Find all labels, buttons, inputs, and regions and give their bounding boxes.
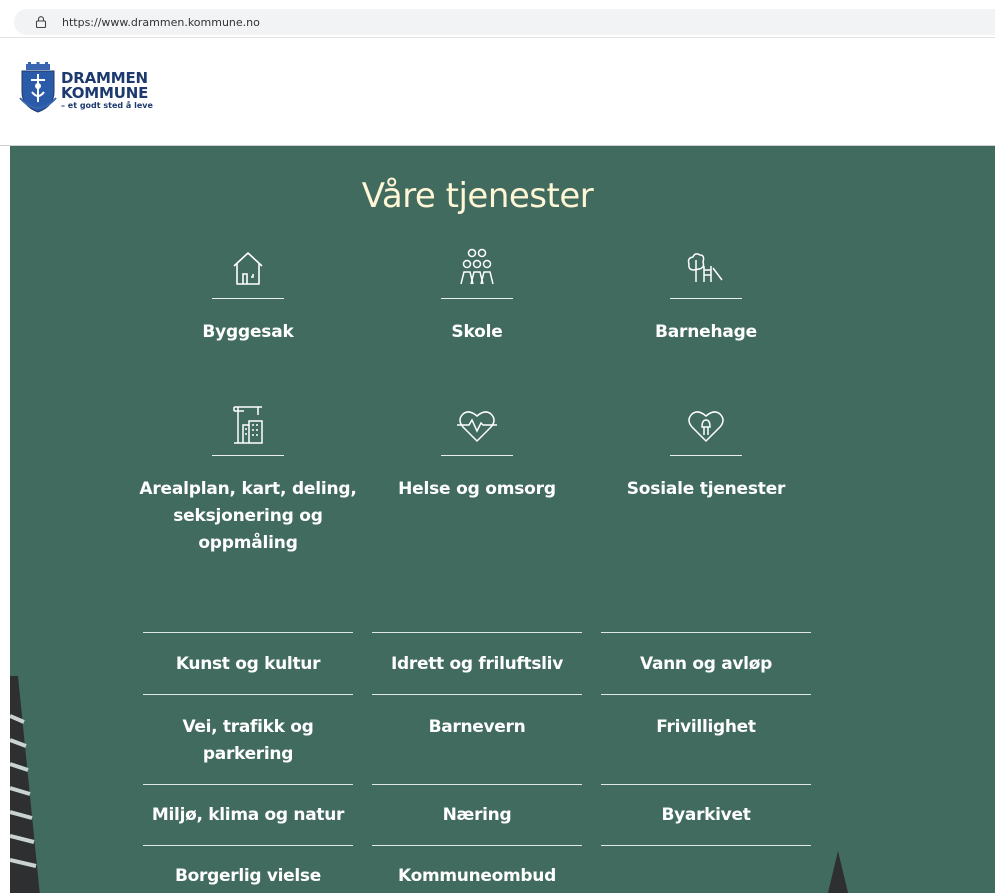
logo-tagline: – et godt sted å leve xyxy=(61,101,153,110)
link-divider xyxy=(601,784,811,785)
link-divider xyxy=(372,845,582,846)
tile-divider xyxy=(441,298,513,299)
lock-icon xyxy=(35,16,47,29)
tile-label: Helse og omsorg xyxy=(398,479,556,499)
address-bar[interactable]: https://www.drammen.kommune.no xyxy=(14,9,995,35)
link-divider xyxy=(143,784,353,785)
logo-line-kommune: KOMMUNE xyxy=(61,84,149,102)
tile-arealplan[interactable]: Arealplan, kart, deling, seksjonering og… xyxy=(133,401,363,557)
link-divider xyxy=(372,632,582,633)
link-miljo-klima-og-natur[interactable]: Miljø, klima og natur xyxy=(143,802,353,829)
link-divider xyxy=(143,632,353,633)
tile-divider xyxy=(212,455,284,456)
link-frivillighet[interactable]: Frivillighet xyxy=(601,714,811,741)
link-kommuneombud[interactable]: Kommuneombud xyxy=(372,863,582,890)
link-naering[interactable]: Næring xyxy=(372,802,582,829)
city-crane-icon xyxy=(233,406,263,444)
link-divider xyxy=(372,694,582,695)
link-kunst-og-kultur[interactable]: Kunst og kultur xyxy=(143,651,353,678)
link-idrett-og-friluftsliv[interactable]: Idrett og friluftsliv xyxy=(372,651,582,678)
coat-of-arms-icon xyxy=(19,62,57,113)
section-heading: Våre tjenester xyxy=(361,176,594,216)
tile-barnehage[interactable]: Barnehage xyxy=(591,244,821,346)
tile-divider xyxy=(441,455,513,456)
services-section: Våre tjenester Byggesak Skole Barnehage … xyxy=(10,146,995,893)
tile-divider xyxy=(212,298,284,299)
tile-label: Sosiale tjenester xyxy=(626,479,786,499)
url-text[interactable]: https://www.drammen.kommune.no xyxy=(62,16,260,29)
drammen-logo[interactable]: DRAMMEN KOMMUNE – et godt sted å leve xyxy=(18,62,153,114)
link-byarkivet[interactable]: Byarkivet xyxy=(601,802,811,829)
link-vann-og-avlop[interactable]: Vann og avløp xyxy=(601,651,811,678)
playground-icon xyxy=(687,253,723,282)
link-divider xyxy=(601,632,811,633)
heart-hand-icon xyxy=(688,411,724,443)
tile-divider xyxy=(670,298,742,299)
tile-label: Barnehage xyxy=(655,322,757,342)
tile-label: Arealplan, kart, deling, seksjonering og… xyxy=(139,479,357,553)
tile-divider xyxy=(670,455,742,456)
decorative-spire-right xyxy=(827,851,849,893)
link-divider xyxy=(601,845,811,846)
link-borgerlig-vielse[interactable]: Borgerlig vielse xyxy=(143,863,353,890)
tile-skole[interactable]: Skole xyxy=(362,244,592,346)
tile-sosiale-tjenester[interactable]: Sosiale tjenester xyxy=(591,401,821,503)
link-barnevern[interactable]: Barnevern xyxy=(372,714,582,741)
link-vei-trafikk-og-parkering[interactable]: Vei, trafikk og parkering xyxy=(158,714,338,768)
tile-label: Byggesak xyxy=(202,322,294,342)
decorative-building-left xyxy=(10,676,40,893)
heart-pulse-icon xyxy=(457,411,497,443)
link-divider xyxy=(143,694,353,695)
tile-label: Skole xyxy=(451,322,503,342)
site-header: DRAMMEN KOMMUNE – et godt sted å leve xyxy=(0,38,995,146)
people-group-icon xyxy=(460,248,494,285)
link-divider xyxy=(143,845,353,846)
link-divider xyxy=(372,784,582,785)
tile-byggesak[interactable]: Byggesak xyxy=(133,244,363,346)
link-divider xyxy=(601,694,811,695)
tile-helse-og-omsorg[interactable]: Helse og omsorg xyxy=(362,401,592,503)
house-icon xyxy=(233,252,263,285)
